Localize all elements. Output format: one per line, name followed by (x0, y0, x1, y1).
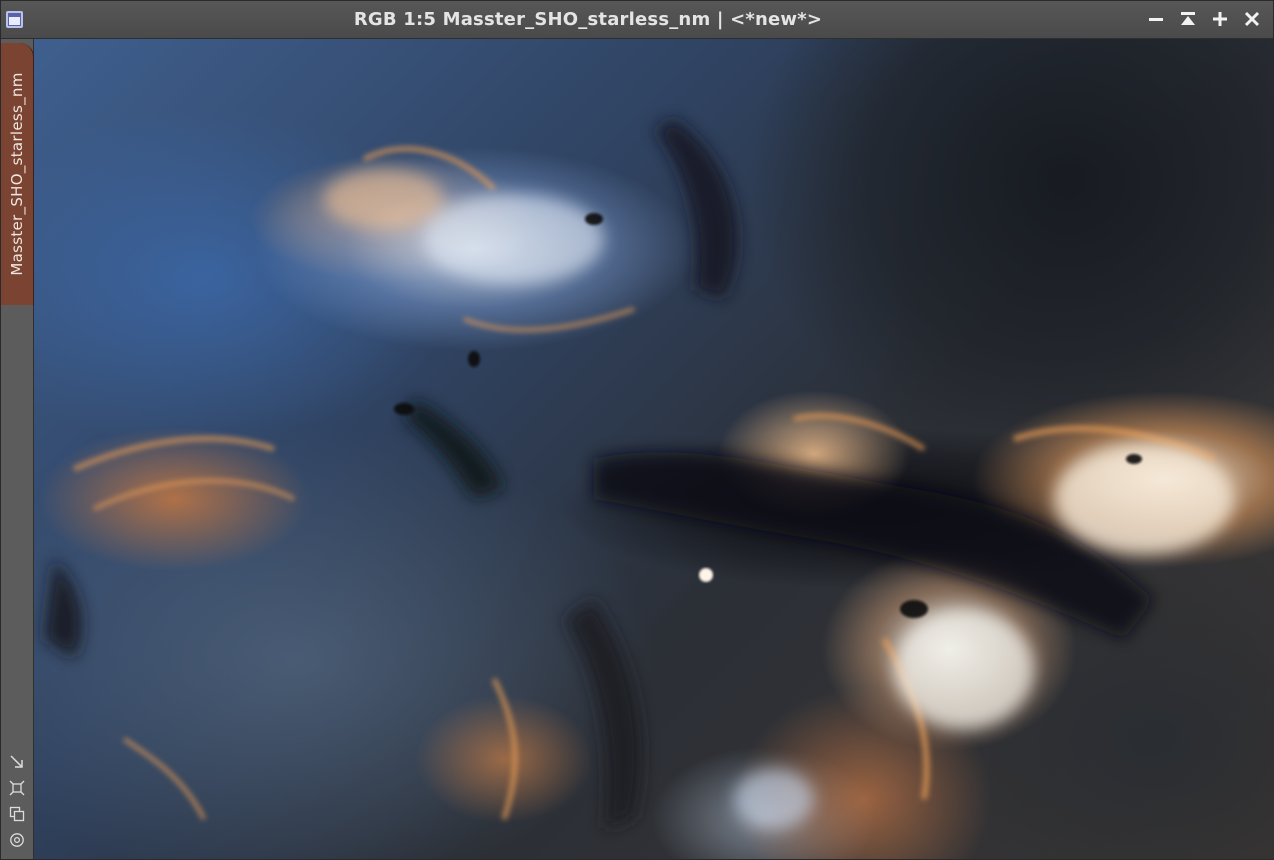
title-bar[interactable]: RGB 1:5 Masster_SHO_starless_nm | <*new*… (1, 1, 1273, 39)
window-controls (1143, 7, 1265, 33)
window-title: RGB 1:5 Masster_SHO_starless_nm | <*new*… (353, 9, 823, 30)
minimize-icon (1149, 18, 1163, 21)
zoom-to-fit-button[interactable] (1, 775, 33, 801)
fit-view-button[interactable] (1, 749, 33, 775)
preview-button[interactable] (1, 827, 33, 853)
nebula-image (44, 119, 1234, 829)
view-sidebar: Masster_SHO_starless_nm (1, 39, 34, 859)
image-canvas[interactable] (34, 39, 1274, 859)
shade-button[interactable] (1175, 7, 1201, 33)
close-button[interactable] (1239, 7, 1265, 33)
arrow-diagonal-icon (10, 755, 23, 768)
overlap-squares-icon (9, 806, 25, 822)
clone-button[interactable] (1, 801, 33, 827)
image-window: RGB 1:5 Masster_SHO_starless_nm | <*new*… (0, 0, 1274, 860)
image-identifier-tab[interactable]: Masster_SHO_starless_nm (1, 43, 34, 305)
minimize-button[interactable] (1143, 7, 1169, 33)
image-identifier-label: Masster_SHO_starless_nm (8, 72, 26, 276)
maximize-button[interactable] (1207, 7, 1233, 33)
sidebar-tools (1, 749, 33, 853)
close-icon (1244, 11, 1260, 27)
plus-icon (1213, 12, 1227, 26)
frame-corners-icon (9, 780, 25, 796)
shade-icon (1181, 12, 1195, 25)
target-circle-icon (10, 833, 24, 847)
